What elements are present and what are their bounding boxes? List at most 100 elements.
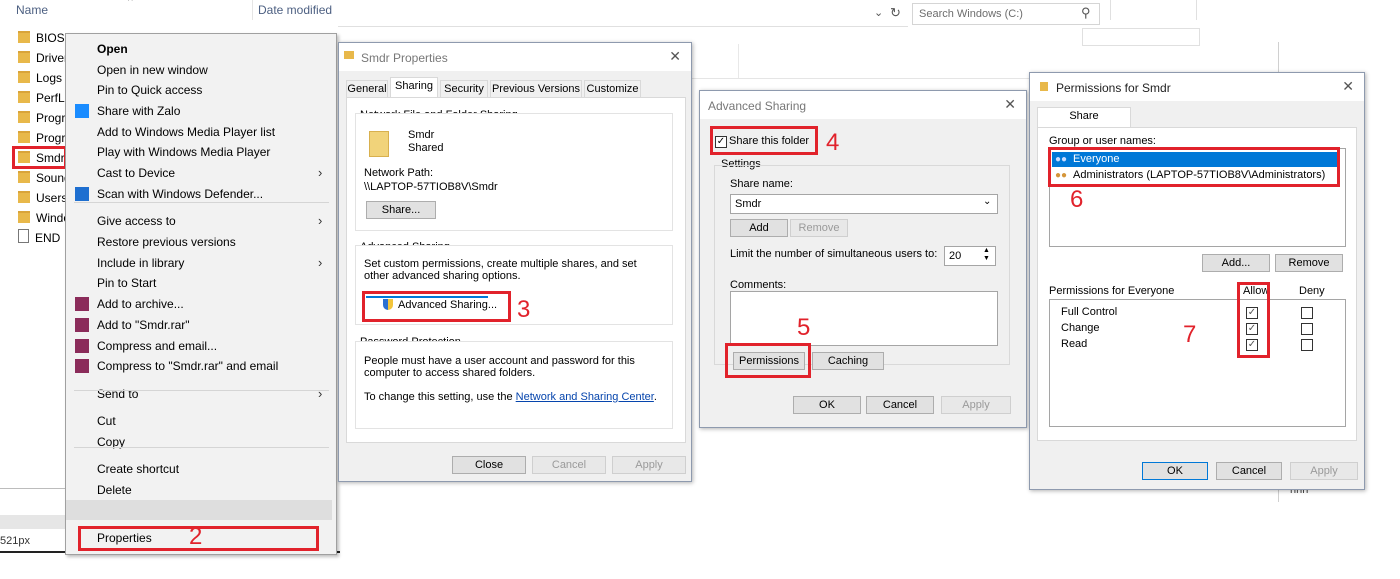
- menu-item[interactable]: Cast to Device ›: [66, 163, 336, 183]
- spin-up-icon[interactable]: ▲: [983, 247, 990, 254]
- tab-security[interactable]: Security: [440, 80, 488, 98]
- folder-state: Shared: [408, 142, 444, 154]
- properties-titlebar[interactable]: Smdr Properties ✕: [339, 43, 691, 71]
- highlight-box-5: [725, 343, 811, 378]
- menu-item[interactable]: Cut: [66, 411, 336, 431]
- menu-item[interactable]: Compress and email...: [66, 336, 336, 356]
- permissions-titlebar[interactable]: Permissions for Smdr ✕: [1030, 73, 1364, 101]
- apply-button[interactable]: Apply: [941, 396, 1011, 414]
- file-row[interactable]: END: [18, 229, 60, 247]
- scrollbar[interactable]: [0, 515, 66, 529]
- deny-checkbox[interactable]: [1301, 339, 1313, 351]
- add-user-button[interactable]: Add...: [1202, 254, 1270, 272]
- cancel-button[interactable]: Cancel: [1216, 462, 1282, 480]
- menu-item[interactable]: Add to Windows Media Player list: [66, 122, 336, 142]
- menu-separator: [74, 390, 329, 391]
- cancel-button[interactable]: Cancel: [532, 456, 606, 474]
- file-row[interactable]: Driver: [18, 49, 68, 67]
- close-icon[interactable]: ✕: [669, 48, 681, 65]
- menu-item-label: Send to: [97, 387, 139, 401]
- file-row[interactable]: Progra: [18, 109, 72, 127]
- remove-user-button[interactable]: Remove: [1275, 254, 1343, 272]
- tab-share-permissions[interactable]: Share Permissions: [1037, 107, 1131, 138]
- caching-button[interactable]: Caching: [812, 352, 884, 370]
- refresh-icon[interactable]: ↻: [890, 5, 901, 21]
- address-bar[interactable]: [338, 0, 908, 27]
- menu-item-label: Open: [97, 42, 128, 56]
- menu-item[interactable]: Send to ›: [66, 384, 336, 404]
- menu-item[interactable]: Pin to Start: [66, 273, 336, 293]
- search-input[interactable]: Search Windows (C:): [919, 8, 1023, 20]
- tab-customize[interactable]: Customize: [584, 80, 641, 98]
- limit-stepper[interactable]: 20 ▲ ▼: [944, 246, 996, 266]
- deny-checkbox[interactable]: [1301, 323, 1313, 335]
- chevron-down-icon[interactable]: ⌄: [874, 6, 883, 19]
- ok-button[interactable]: OK: [1142, 462, 1208, 480]
- comments-field[interactable]: [730, 291, 998, 346]
- menu-item[interactable]: Pin to Quick access: [66, 80, 336, 100]
- network-sharing-center-link[interactable]: Network and Sharing Center: [516, 391, 654, 403]
- apply-button[interactable]: Apply: [1290, 462, 1358, 480]
- menu-item[interactable]: Add to archive...: [66, 294, 336, 314]
- menu-item[interactable]: Scan with Windows Defender...: [66, 184, 336, 204]
- menu-item[interactable]: Open in new window: [66, 60, 336, 80]
- search-icon[interactable]: ⚲: [1081, 5, 1091, 21]
- comments-label: Comments:: [730, 279, 787, 291]
- ok-button[interactable]: OK: [793, 396, 861, 414]
- file-row[interactable]: BIOS: [18, 29, 65, 47]
- file-name: BIOS: [36, 31, 65, 45]
- file-row[interactable]: Progra: [18, 129, 72, 147]
- perm-row-change: Change: [1061, 322, 1100, 334]
- zalo-icon: [75, 104, 89, 118]
- tab-sharing[interactable]: Sharing: [390, 77, 438, 98]
- chevron-down-icon[interactable]: ⌄: [983, 196, 991, 207]
- winrar-icon: [75, 339, 89, 353]
- step-number-7: 7: [1183, 321, 1197, 348]
- menu-item[interactable]: Include in library ›: [66, 253, 336, 273]
- menu-item[interactable]: Give access to ›: [66, 211, 336, 231]
- remove-share-button[interactable]: Remove: [790, 219, 848, 237]
- share-button[interactable]: Share...: [366, 201, 436, 219]
- file-row[interactable]: Logs: [18, 69, 62, 87]
- menu-item[interactable]: Share with Zalo: [66, 101, 336, 121]
- file-row[interactable]: Windo: [18, 209, 70, 227]
- menu-item[interactable]: Restore previous versions: [66, 232, 336, 252]
- menu-item-label: Pin to Quick access: [97, 83, 203, 97]
- search-box[interactable]: Search Windows (C:) ⚲: [912, 3, 1100, 25]
- menu-item-label: Restore previous versions: [97, 235, 236, 249]
- menu-separator: [74, 202, 329, 203]
- tab-general[interactable]: General: [346, 80, 388, 98]
- menu-item[interactable]: Delete: [66, 480, 336, 500]
- add-share-button[interactable]: Add: [730, 219, 788, 237]
- folder-icon: [18, 31, 30, 43]
- apply-button[interactable]: Apply: [612, 456, 686, 474]
- close-icon[interactable]: ✕: [1342, 78, 1354, 95]
- menu-item[interactable]: Create shortcut: [66, 459, 336, 479]
- deny-checkbox[interactable]: [1301, 307, 1313, 319]
- menu-item[interactable]: Add to "Smdr.rar": [66, 315, 336, 335]
- perm-row-full-control: Full Control: [1061, 306, 1118, 318]
- cancel-button[interactable]: Cancel: [866, 396, 934, 414]
- properties-title: Smdr Properties: [361, 51, 448, 65]
- menu-item[interactable]: Play with Windows Media Player: [66, 142, 336, 162]
- close-button[interactable]: Close: [452, 456, 526, 474]
- advanced-titlebar[interactable]: Advanced Sharing ✕: [700, 91, 1026, 119]
- file-row[interactable]: PerfLo: [18, 89, 71, 107]
- file-row[interactable]: Users: [18, 189, 67, 207]
- file-row[interactable]: Sound: [18, 169, 71, 187]
- spin-down-icon[interactable]: ▼: [983, 255, 990, 262]
- close-icon[interactable]: ✕: [1004, 96, 1016, 113]
- share-name-value: Smdr: [735, 198, 762, 210]
- menu-item[interactable]: Open: [66, 39, 336, 59]
- column-header-date[interactable]: Date modified: [258, 3, 332, 17]
- menu-item[interactable]: Compress to "Smdr.rar" and email: [66, 356, 336, 376]
- menu-item[interactable]: Copy: [66, 432, 336, 452]
- tab-previous-versions[interactable]: Previous Versions: [490, 80, 582, 98]
- limit-value: 20: [949, 250, 962, 262]
- share-name-select[interactable]: Smdr ⌄: [730, 194, 998, 214]
- column-header-name[interactable]: Name: [16, 3, 48, 17]
- password-desc: People must have a user account and pass…: [364, 355, 635, 379]
- shared-folder-icon: [369, 131, 389, 157]
- status-text: 521px: [0, 535, 30, 547]
- folder-icon: [18, 71, 30, 83]
